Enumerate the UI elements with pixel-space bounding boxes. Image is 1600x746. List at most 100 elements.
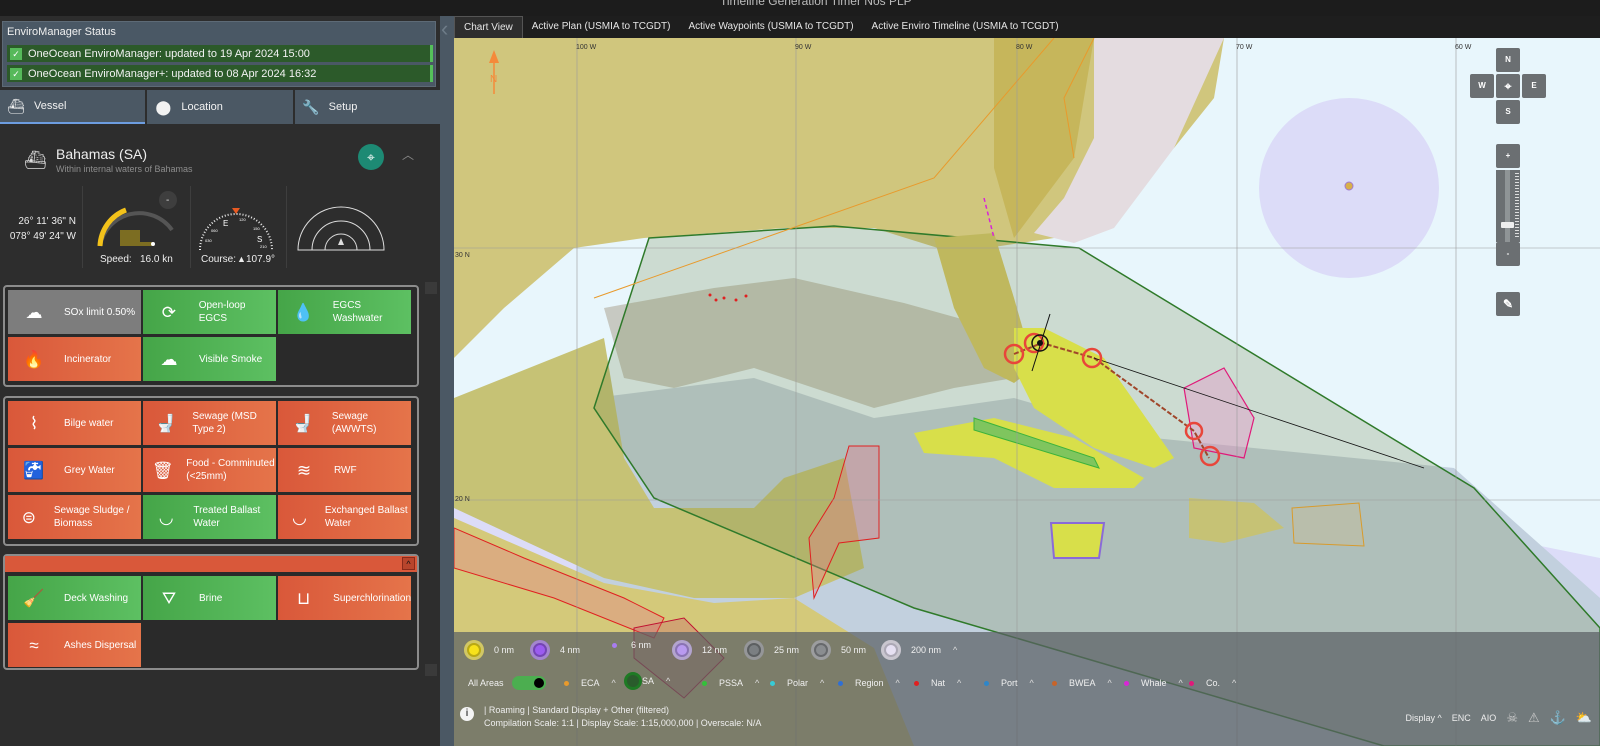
discharge-tile[interactable]: ⛛ Brine <box>143 576 276 620</box>
info-icon[interactable]: i <box>460 707 474 721</box>
discharge-tile[interactable]: 🔥 Incinerator <box>8 337 141 381</box>
area-filter-bwea[interactable]: BWEA ^ <box>1052 678 1112 688</box>
tab-setup[interactable]: 🔧 Setup <box>294 90 440 124</box>
distance-label: 200 nm <box>911 645 942 655</box>
chevron-up-icon[interactable]: ^ <box>1030 678 1034 688</box>
chevron-up-icon[interactable]: ^ <box>820 678 824 688</box>
distance-filter[interactable]: 6 nm <box>604 640 651 650</box>
discharge-tile[interactable]: 🧹 Deck Washing <box>8 576 141 620</box>
area-filter-polar[interactable]: Polar ^ <box>770 678 824 688</box>
zoom-slider-thumb[interactable] <box>1501 222 1514 228</box>
distance-ring-icon <box>672 640 692 660</box>
chevron-up-icon[interactable]: ^ <box>1232 678 1236 688</box>
discharge-tile[interactable]: ≋ RWF <box>278 448 411 492</box>
discharge-tile[interactable]: ⌇ Bilge water <box>8 401 141 445</box>
aio-button[interactable]: AIO <box>1481 713 1497 723</box>
locate-vessel-button[interactable]: ⌖ <box>358 144 384 170</box>
collapse-panel-chevron-icon[interactable]: ‹ <box>441 16 448 42</box>
scroll-down-button[interactable] <box>425 664 437 676</box>
discharge-tile[interactable]: ⟳ Open-loop EGCS <box>143 290 276 334</box>
tab-active-waypoints[interactable]: Active Waypoints (USMIA to TCGDT) <box>679 16 862 38</box>
area-label: Co. <box>1206 678 1221 688</box>
tab-location[interactable]: ⬤ Location <box>147 90 293 124</box>
distance-filter[interactable]: 25 nm <box>744 640 799 660</box>
chevron-up-icon[interactable]: ^ <box>755 678 759 688</box>
discharge-tile[interactable]: ⊔ Superchlorination <box>278 576 411 620</box>
discharge-tile[interactable]: ≈ Ashes Dispersal <box>8 623 141 667</box>
distance-filter[interactable]: 200 nm ^ <box>881 640 957 660</box>
area-color-icon <box>914 680 919 686</box>
pan-north-button[interactable]: N <box>1496 48 1520 72</box>
area-filter-whale[interactable]: Whale ^ <box>1124 678 1183 688</box>
chevron-up-icon[interactable]: ^ <box>896 678 900 688</box>
area-filter-eca[interactable]: ECA ^ <box>564 678 616 688</box>
area-filter-co[interactable]: Co. ^ <box>1189 678 1236 688</box>
distance-filter[interactable]: 4 nm <box>530 640 580 660</box>
lon-label: 90 W <box>795 44 812 51</box>
discharge-tile[interactable]: ☁ Visible Smoke <box>143 337 276 381</box>
pan-south-button[interactable]: S <box>1496 100 1520 124</box>
area-filter-port[interactable]: Port ^ <box>984 678 1034 688</box>
weather-icon[interactable]: ⛅ <box>1576 710 1592 726</box>
display-mode-text: | Roaming | Standard Display + Other (fi… <box>484 705 670 715</box>
zoom-in-button[interactable]: + <box>1496 144 1520 168</box>
ship-icon: ⛴ <box>7 97 25 114</box>
scroll-up-button[interactable] <box>425 282 437 294</box>
area-filter-sa[interactable]: SA ^ <box>624 672 670 690</box>
distance-filter[interactable]: 12 nm <box>672 640 727 660</box>
enc-button[interactable]: ENC <box>1452 713 1471 723</box>
tab-active-enviro-timeline[interactable]: Active Enviro Timeline (USMIA to TCGDT) <box>863 16 1068 38</box>
distance-ring-icon <box>881 640 901 660</box>
chevron-up-icon[interactable]: ^ <box>666 676 670 686</box>
discharge-tile[interactable]: 🚰 Grey Water <box>8 448 141 492</box>
chevron-up-icon[interactable]: ^ <box>1179 678 1183 688</box>
tab-label: Setup <box>328 101 358 113</box>
discharge-tile[interactable]: 🚽 Sewage (AWWTS) <box>278 401 411 445</box>
center-vessel-button[interactable]: ⌖ <box>1496 74 1520 98</box>
all-areas-label: All Areas <box>468 678 504 688</box>
tab-vessel[interactable]: ⛴ Vessel <box>0 90 146 124</box>
status-header: EnviroManager Status <box>7 26 116 38</box>
panel-splitter[interactable]: ‹ <box>440 16 454 746</box>
discharge-tile[interactable]: 🚽 Sewage (MSD Type 2) <box>143 401 276 445</box>
discharge-tile[interactable]: ☁ SOx limit 0.50% <box>8 290 141 334</box>
area-filter-pssa[interactable]: PSSA ^ <box>702 678 759 688</box>
chevron-up-icon[interactable]: ^ <box>612 678 616 688</box>
warning-icon[interactable]: ⚠ <box>1528 710 1540 726</box>
discharge-tile[interactable]: 💧 EGCS Washwater <box>278 290 411 334</box>
collapse-chevron-icon[interactable]: ︿ <box>402 146 414 163</box>
anchor-icon[interactable]: ⚓ <box>1550 710 1566 726</box>
lon-label: 70 W <box>1236 44 1253 51</box>
collapse-group-button[interactable]: ^ <box>402 557 415 570</box>
all-areas-switch[interactable] <box>511 676 546 690</box>
chart-map[interactable]: N 100 W 90 W 80 W 70 W 60 W 30 N 20 N N … <box>454 38 1600 746</box>
discharge-tile[interactable]: ◡ Exchanged Ballast Water <box>278 495 411 539</box>
vessel-position: 26° 11' 36" N 078° 49' 24" W <box>8 214 76 244</box>
left-panel: EnviroManager Status ✓ OneOcean EnviroMa… <box>0 16 440 746</box>
compass-060: 060 <box>211 228 218 233</box>
distance-filter[interactable]: 0 nm <box>464 640 514 660</box>
discharge-tile[interactable]: 🗑 Food - Comminuted (<25mm) <box>143 448 276 492</box>
edit-button[interactable]: ✎ <box>1496 292 1520 316</box>
area-label: Port <box>1001 678 1018 688</box>
zoom-out-button[interactable]: - <box>1496 242 1520 266</box>
scale-text: Compilation Scale: 1:1 | Display Scale: … <box>484 718 762 728</box>
skull-crossbones-icon[interactable]: ☠ <box>1506 710 1518 726</box>
display-menu-button[interactable]: Display ^ <box>1396 713 1442 723</box>
map-pin-icon: ⬤ <box>155 98 172 115</box>
pan-west-button[interactable]: W <box>1470 74 1494 98</box>
pan-east-button[interactable]: E <box>1522 74 1546 98</box>
tile-label: EGCS Washwater <box>332 300 383 324</box>
area-filter-nat[interactable]: Nat ^ <box>914 678 961 688</box>
zoom-slider[interactable] <box>1496 170 1520 242</box>
discharge-tile[interactable]: ◡ Treated Ballast Water <box>143 495 276 539</box>
all-areas-toggle[interactable]: All Areas <box>468 676 558 690</box>
area-filter-region[interactable]: Region ^ <box>838 678 900 688</box>
distance-filter[interactable]: 50 nm <box>811 640 866 660</box>
chevron-up-icon[interactable]: ^ <box>953 645 957 655</box>
discharge-tile[interactable]: ⊜ Sewage Sludge / Biomass <box>8 495 141 539</box>
tab-chart-view[interactable]: Chart View <box>454 16 523 38</box>
chevron-up-icon[interactable]: ^ <box>1108 678 1112 688</box>
tab-active-plan[interactable]: Active Plan (USMIA to TCGDT) <box>523 16 680 38</box>
chevron-up-icon[interactable]: ^ <box>957 678 961 688</box>
